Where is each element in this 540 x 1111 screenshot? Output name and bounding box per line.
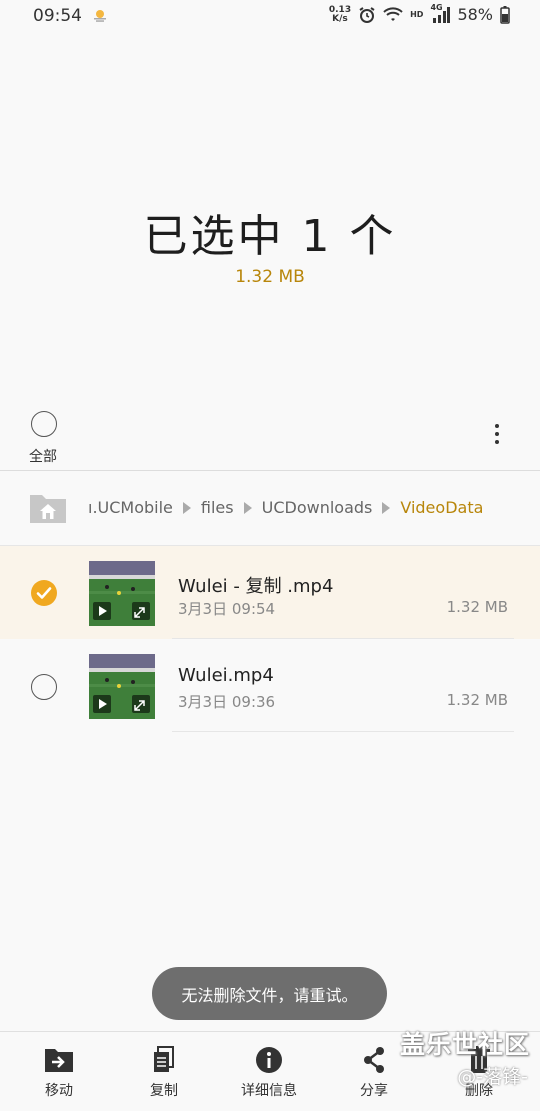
info-icon (256, 1047, 282, 1073)
signal-icon: 4G (430, 3, 451, 24)
divider (0, 470, 540, 471)
file-size: 1.32 MB (446, 691, 508, 709)
watermark-text: 盖乐世社区 (399, 1030, 530, 1059)
copy-icon (154, 1046, 174, 1072)
hd-label: HD (410, 10, 424, 19)
file-name: Wulei.mp4 (178, 665, 274, 686)
file-date: 3月3日 09:54 (178, 600, 276, 618)
status-icons: 0.13 K/s HD 4G 58% (328, 3, 510, 24)
divider (172, 638, 514, 639)
copy-label: 复制 (150, 1083, 178, 1099)
watermark-handle: @-落锋- (457, 1066, 528, 1088)
breadcrumb-item[interactable]: files (201, 498, 234, 517)
divider (172, 731, 514, 732)
video-thumbnail (89, 654, 155, 719)
home-folder-icon[interactable] (28, 491, 68, 525)
alarm-icon (359, 6, 375, 23)
move-label: 移动 (45, 1083, 73, 1099)
status-time: 09:54 (33, 6, 82, 26)
details-label: 详细信息 (241, 1083, 297, 1099)
chevron-right-icon (382, 501, 391, 514)
details-button[interactable]: 详细信息 (224, 1046, 314, 1100)
video-thumbnail (89, 561, 155, 626)
chevron-right-icon (243, 501, 252, 514)
check-icon (36, 587, 52, 599)
file-date: 3月3日 09:36 (178, 693, 276, 711)
selection-title: 已选中 1 个 (143, 211, 397, 262)
move-icon (45, 1049, 73, 1072)
copy-button[interactable]: 复制 (119, 1046, 209, 1100)
row-checkbox[interactable] (31, 674, 57, 700)
toast-message: 无法删除文件，请重试。 (152, 967, 387, 1020)
share-icon (364, 1047, 384, 1073)
row-checkbox-checked[interactable] (31, 580, 57, 606)
move-button[interactable]: 移动 (14, 1046, 104, 1100)
breadcrumb-item-current[interactable]: VideoData (400, 498, 483, 517)
more-options-icon[interactable] (490, 424, 504, 448)
chevron-right-icon (182, 501, 191, 514)
file-name: Wulei - 复制 .mp4 (178, 576, 334, 597)
share-label: 分享 (360, 1083, 388, 1099)
network-speed: 0.13 K/s (328, 4, 352, 24)
weather-icon (94, 10, 106, 22)
select-all-checkbox[interactable] (31, 411, 57, 437)
wifi-icon (383, 6, 403, 21)
file-size: 1.32 MB (446, 598, 508, 616)
breadcrumb-item[interactable]: ı.UCMobile (88, 498, 173, 517)
file-row[interactable] (0, 640, 540, 733)
battery-percent: 58% (457, 5, 493, 24)
breadcrumb-item[interactable]: UCDownloads (262, 498, 373, 517)
breadcrumb: ı.UCMobile files UCDownloads VideoData (88, 498, 483, 517)
battery-icon (500, 5, 510, 24)
selection-size: 1.32 MB (235, 267, 305, 287)
select-all-label[interactable]: 全部 (29, 446, 57, 466)
